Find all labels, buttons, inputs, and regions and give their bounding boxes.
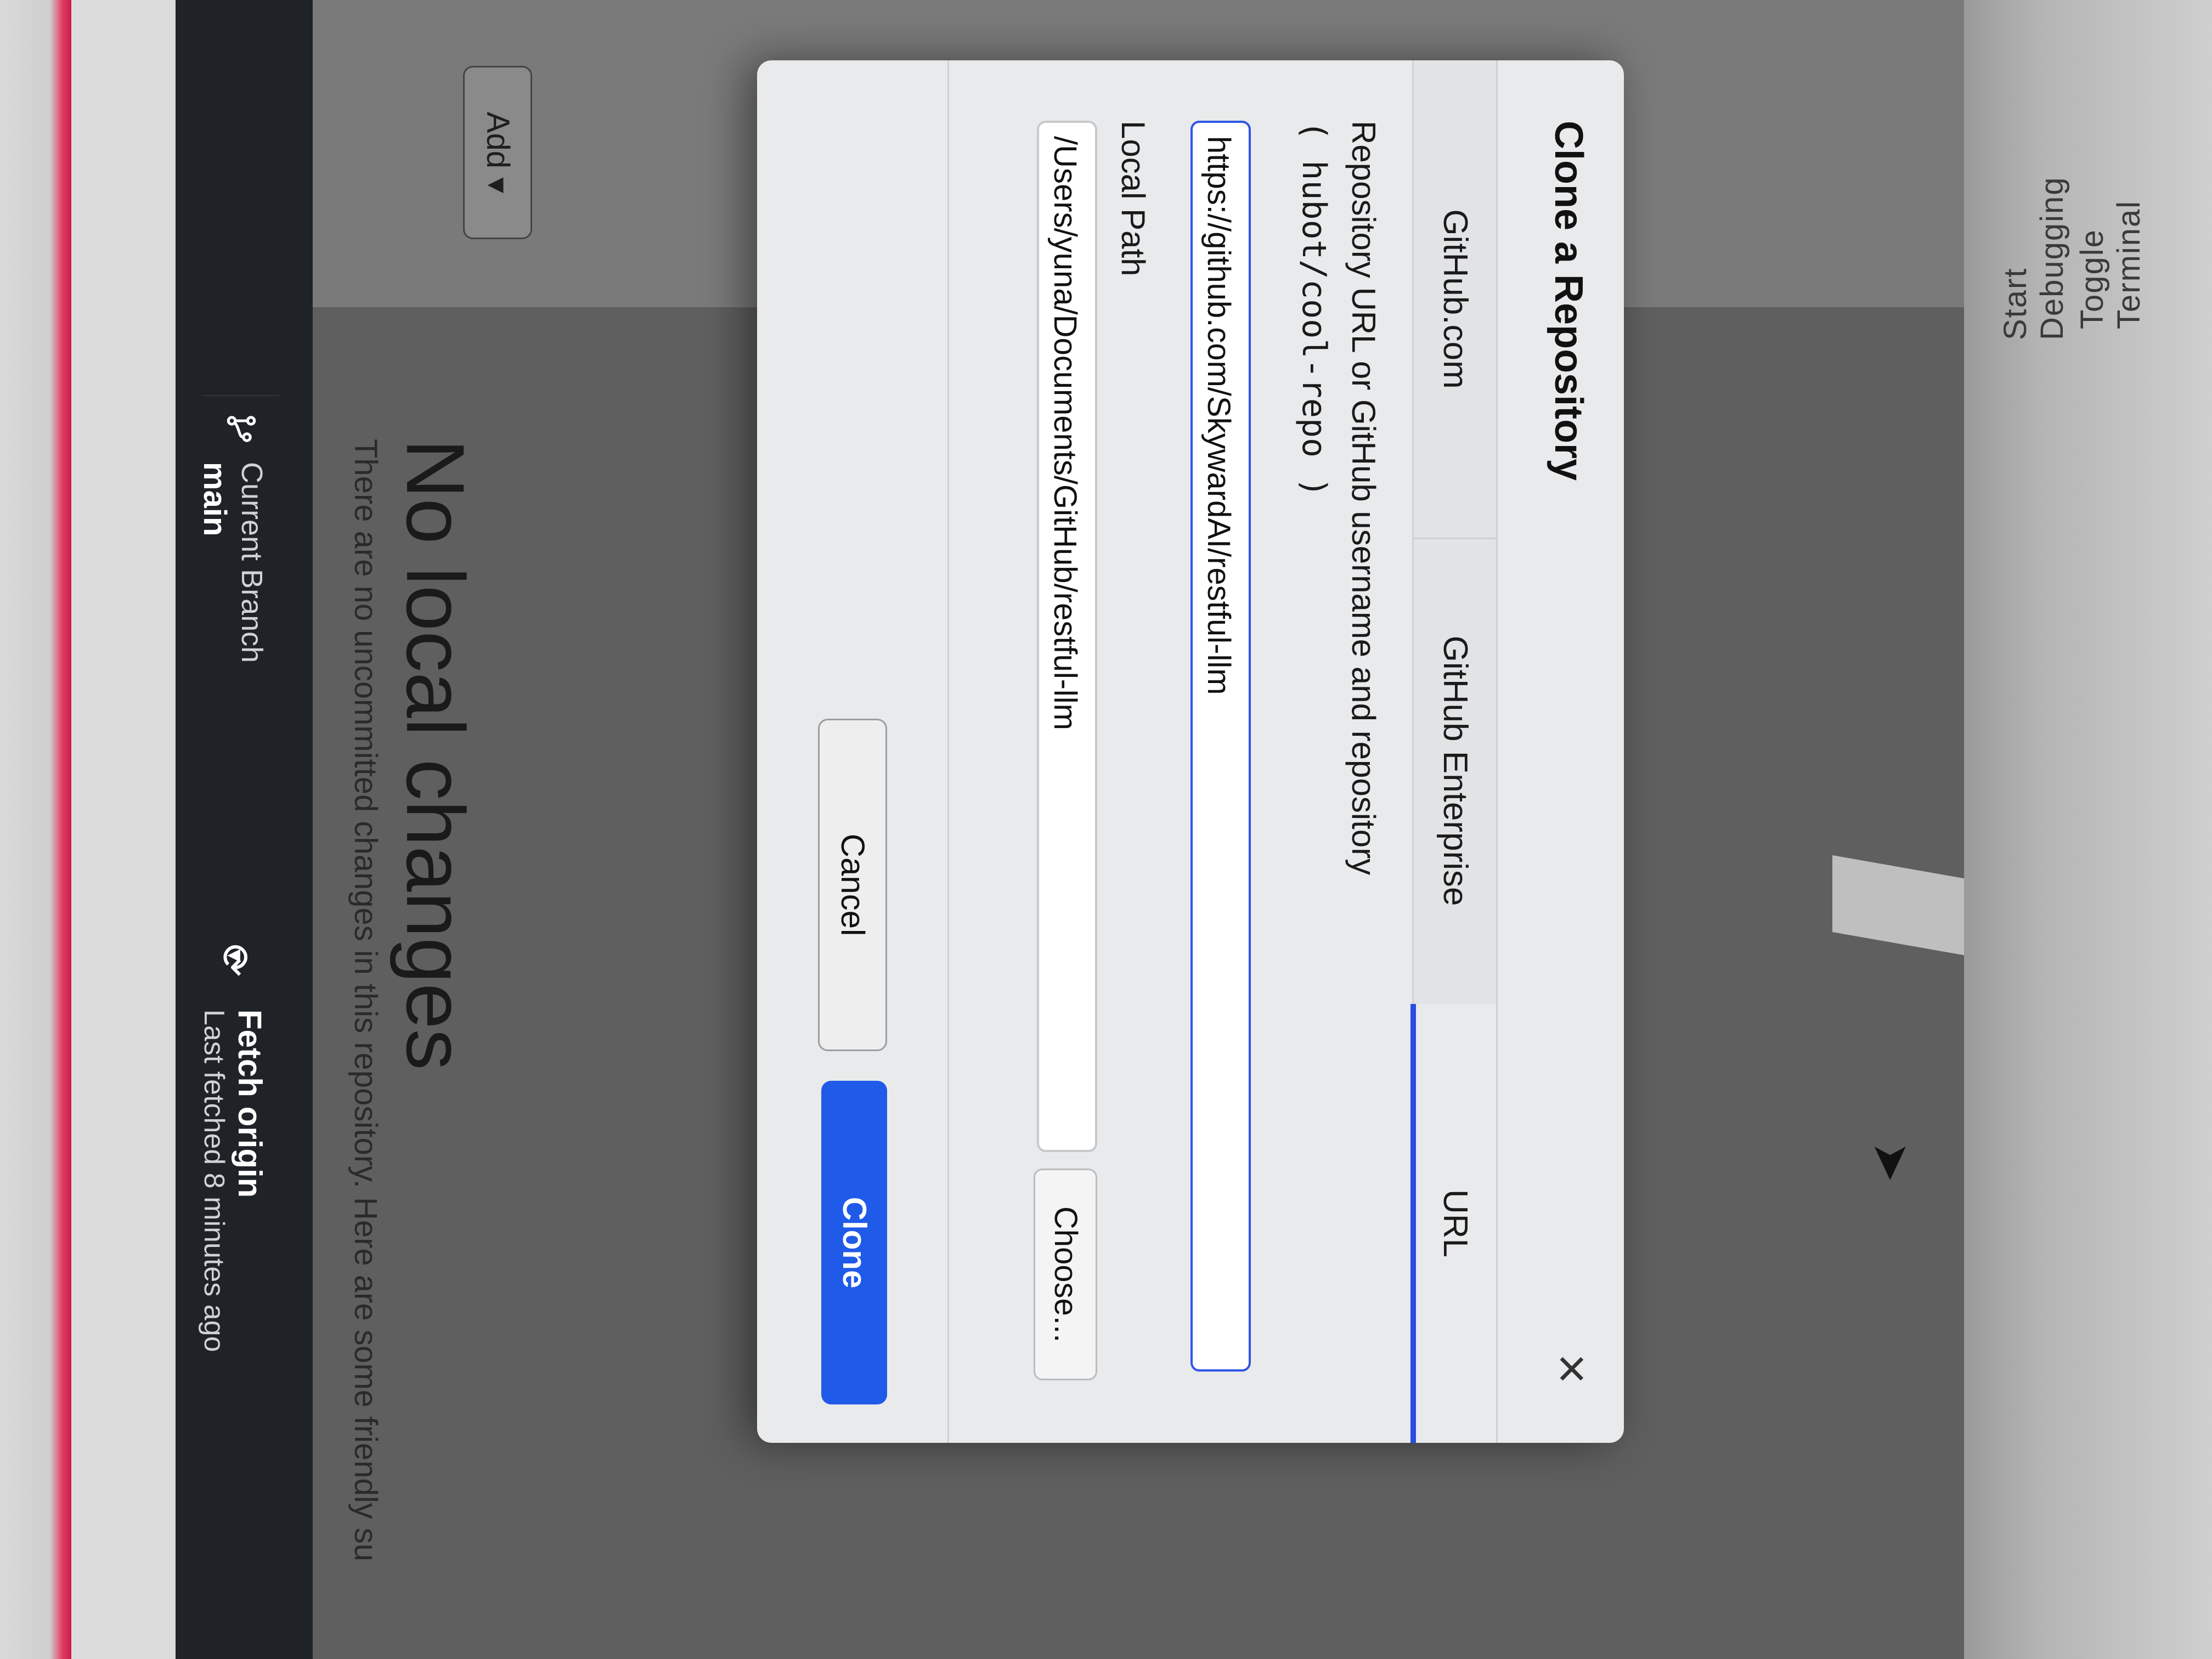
no-changes-hint: There are no uncommitted changes in this… — [348, 439, 383, 1562]
local-path-label: Local Path — [1115, 121, 1152, 276]
photo-right-edge: Start Debugging Toggle Terminal — [1964, 0, 2212, 1659]
desktop-app-screen: Add ▾ No local changes There are no unco… — [176, 0, 1964, 1659]
sync-icon: ⟳ — [212, 944, 256, 977]
repo-url-hint: ( hubot/cool-repo ) — [1295, 121, 1333, 498]
fetch-origin-label: Fetch origin — [232, 1009, 268, 1198]
caret-down-icon: ▾ — [480, 177, 516, 194]
tab-github-enterprise[interactable]: GitHub Enterprise — [1414, 538, 1496, 1006]
dialog-footer: Cancel Clone — [755, 60, 949, 1443]
clone-button[interactable]: Clone — [821, 1081, 887, 1404]
command-start-debugging[interactable]: Start Debugging — [1997, 125, 2070, 340]
tab-url[interactable]: URL — [1410, 1004, 1496, 1443]
add-button[interactable]: Add ▾ — [463, 66, 532, 239]
command-toggle-terminal[interactable]: Toggle Terminal — [2074, 191, 2147, 329]
repo-url-label: Repository URL or GitHub username and re… — [1345, 121, 1382, 876]
dialog-title: Clone a Repository — [1547, 121, 1590, 481]
tab-url-label: URL — [1436, 1189, 1474, 1258]
clone-repository-dialog: Clone a Repository × GitHub.com GitHub E… — [755, 60, 1624, 1443]
cancel-button[interactable]: Cancel — [818, 719, 887, 1051]
current-branch-value: main — [197, 462, 233, 537]
add-button-label: Add — [480, 111, 516, 168]
repo-url-input[interactable]: https://github.com/SkywardAI/restful-llm — [1190, 121, 1251, 1372]
current-branch-label: Current Branch — [235, 462, 268, 663]
branch-icon — [227, 416, 256, 442]
local-path-input[interactable]: /Users/yuna/Documents/GitHub/restful-llm — [1037, 121, 1097, 1152]
no-changes-heading: No local changes — [390, 439, 482, 1070]
repository-toolbar: Current Branch main ▼ ⟳ Fetch origin Las… — [176, 0, 313, 1659]
active-tab-indicator — [1410, 1004, 1416, 1443]
current-branch-button[interactable]: Current Branch main ▼ — [197, 395, 280, 967]
clone-source-tabs: GitHub.com GitHub Enterprise URL — [1410, 60, 1498, 1443]
fetch-origin-button[interactable]: ⟳ Fetch origin Last fetched 8 minutes ag… — [198, 944, 280, 1437]
fetch-origin-sub: Last fetched 8 minutes ago — [198, 1009, 230, 1352]
cursor-icon: ➤ — [1864, 1141, 1918, 1183]
choose-path-button[interactable]: Choose... — [1034, 1169, 1097, 1380]
tab-github-com[interactable]: GitHub.com — [1414, 60, 1496, 539]
close-icon[interactable]: × — [1542, 1339, 1602, 1399]
photo-left-edge — [0, 0, 71, 1659]
